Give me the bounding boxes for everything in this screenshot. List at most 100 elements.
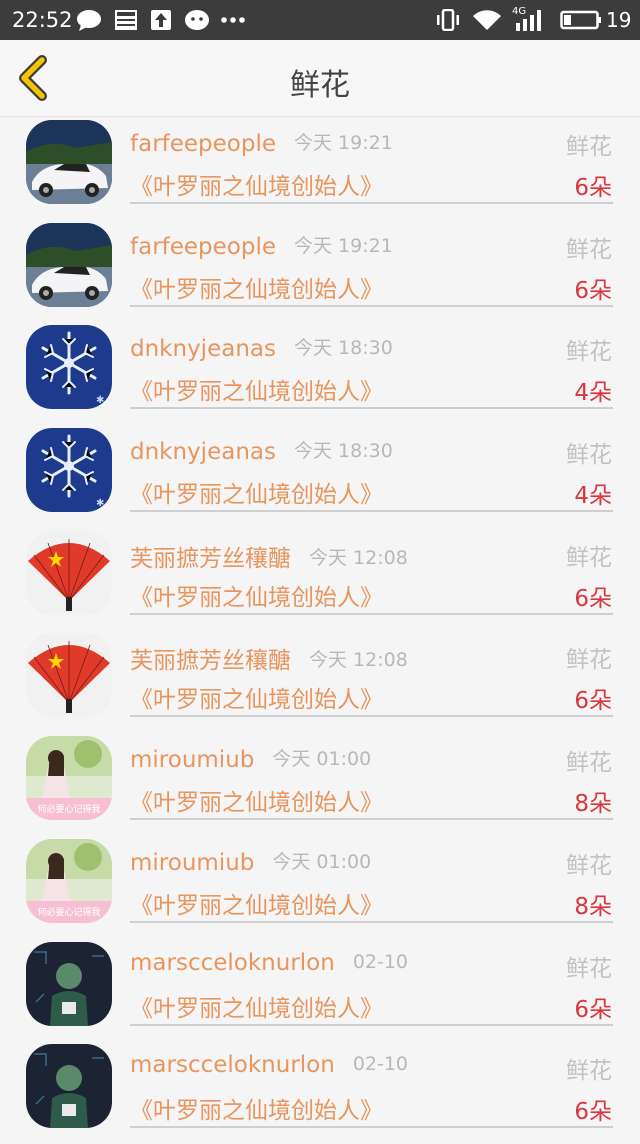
gift-type: 鲜花: [566, 955, 612, 982]
list-item[interactable]: ✱ dnknyjeanas 今天 18:30 鲜花 《叶罗丽之仙境创始人》 4朵: [0, 425, 640, 528]
username-line: dnknyjeanas 今天 18:30: [130, 436, 393, 465]
nav-bar: 鲜花: [0, 40, 640, 117]
avatar[interactable]: ✱: [26, 325, 112, 410]
book-title[interactable]: 《叶罗丽之仙境创始人》: [130, 886, 383, 920]
avatar[interactable]: [26, 120, 112, 204]
avatar[interactable]: ✱: [26, 428, 112, 513]
wechat-icon: [185, 10, 209, 30]
timestamp: 今天 01:00: [272, 850, 372, 873]
username-line: miroumiub 今天 01:00: [130, 744, 371, 773]
username[interactable]: 芙丽摭芳丝穰醣: [130, 546, 291, 572]
username[interactable]: dnknyjeanas: [130, 439, 276, 465]
avatar[interactable]: [26, 222, 112, 307]
username[interactable]: dnknyjeanas: [130, 336, 276, 362]
timestamp: 今天 18:30: [293, 440, 393, 463]
list-item[interactable]: 何必要心记得我 miroumiub 今天 01:00 鲜花 《叶罗丽之仙境创始人》…: [0, 733, 640, 836]
timestamp: 今天 12:08: [309, 546, 408, 569]
gift-count: 6朵: [574, 585, 612, 612]
avatar-caption: 何必要心记得我: [37, 805, 101, 816]
divider: [130, 407, 613, 410]
username-line: farfeepeople 今天 19:21: [130, 128, 393, 157]
list-item[interactable]: 芙丽摭芳丝穰醣 今天 12:08 鲜花 《叶罗丽之仙境创始人》 6朵: [0, 528, 640, 631]
battery-level: 19: [606, 8, 632, 32]
gift-count: 6朵: [574, 175, 612, 201]
divider: [130, 715, 613, 718]
gift-type: 鲜花: [566, 750, 612, 777]
gift-type: 鲜花: [566, 339, 612, 366]
list-item[interactable]: marscceloknurlon 02-10 鲜花 《叶罗丽之仙境创始人》 6朵: [0, 939, 640, 1042]
svg-text:✱: ✱: [96, 395, 104, 406]
username[interactable]: farfeepeople: [130, 234, 276, 260]
avatar[interactable]: [26, 530, 112, 615]
more-dots-icon: [221, 17, 245, 23]
gift-type: 鲜花: [566, 236, 612, 263]
list-item[interactable]: 芙丽摭芳丝穰醣 今天 12:08 鲜花 《叶罗丽之仙境创始人》 6朵: [0, 630, 640, 733]
gift-count: 6朵: [574, 996, 612, 1023]
list-item[interactable]: marscceloknurlon 02-10 鲜花 《叶罗丽之仙境创始人》 6朵: [0, 1041, 640, 1144]
gift-type: 鲜花: [566, 852, 612, 879]
gift-type: 鲜花: [566, 1058, 612, 1085]
gift-count: 8朵: [574, 893, 612, 920]
battery-icon: [560, 10, 601, 30]
avatar[interactable]: [26, 633, 112, 718]
divider: [130, 510, 613, 513]
divider: [130, 1023, 613, 1026]
avatar[interactable]: 何必要心记得我: [26, 736, 112, 821]
gift-type: 鲜花: [566, 544, 612, 571]
username[interactable]: marscceloknurlon: [130, 1052, 335, 1078]
gift-count: 6朵: [574, 277, 612, 304]
status-time: 22:52: [12, 8, 73, 32]
gift-count: 4朵: [574, 483, 612, 510]
book-title[interactable]: 《叶罗丽之仙境创始人》: [130, 372, 383, 406]
timestamp: 今天 01:00: [272, 748, 372, 771]
gift-count: 6朵: [574, 688, 612, 715]
chat-bubble-icon: [77, 10, 101, 31]
divider: [130, 818, 613, 821]
book-title[interactable]: 《叶罗丽之仙境创始人》: [130, 167, 383, 201]
avatar[interactable]: [26, 1044, 112, 1129]
book-title[interactable]: 《叶罗丽之仙境创始人》: [130, 680, 383, 714]
username-line: 芙丽摭芳丝穰醣 今天 12:08: [130, 539, 408, 573]
username[interactable]: miroumiub: [130, 747, 254, 773]
username[interactable]: marscceloknurlon: [130, 950, 335, 976]
divider: [130, 1126, 613, 1129]
book-title[interactable]: 《叶罗丽之仙境创始人》: [130, 270, 383, 304]
timestamp: 02-10: [352, 1053, 409, 1076]
timestamp: 今天 12:08: [309, 649, 408, 672]
username[interactable]: 芙丽摭芳丝穰醣: [130, 648, 291, 674]
username[interactable]: miroumiub: [130, 850, 254, 876]
timestamp: 今天 19:21: [294, 132, 393, 154]
book-title[interactable]: 《叶罗丽之仙境创始人》: [130, 1091, 383, 1125]
avatar[interactable]: 何必要心记得我: [26, 838, 112, 923]
divider: [130, 920, 613, 923]
gift-type: 鲜花: [566, 442, 612, 469]
username-line: marscceloknurlon 02-10: [130, 950, 408, 976]
timestamp: 今天 19:21: [294, 234, 393, 257]
avatar[interactable]: [26, 941, 112, 1026]
gift-type: 鲜花: [566, 647, 612, 674]
book-title[interactable]: 《叶罗丽之仙境创始人》: [130, 989, 383, 1023]
username-line: miroumiub 今天 01:00: [130, 847, 371, 876]
timestamp: 02-10: [352, 950, 409, 973]
book-title[interactable]: 《叶罗丽之仙境创始人》: [130, 475, 383, 509]
divider: [130, 612, 613, 615]
book-title[interactable]: 《叶罗丽之仙境创始人》: [130, 783, 383, 817]
list-item[interactable]: farfeepeople 今天 19:21 鲜花 《叶罗丽之仙境创始人》 6朵: [0, 220, 640, 323]
list-item[interactable]: farfeepeople 今天 19:21 鲜花 《叶罗丽之仙境创始人》 6朵: [0, 117, 640, 220]
timestamp: 今天 18:30: [293, 337, 393, 360]
username-line: dnknyjeanas 今天 18:30: [130, 333, 393, 362]
username[interactable]: farfeepeople: [130, 131, 276, 157]
username-line: farfeepeople 今天 19:21: [130, 231, 393, 260]
list-item[interactable]: ✱ dnknyjeanas 今天 18:30 鲜花 《叶罗丽之仙境创始人》 4朵: [0, 322, 640, 425]
username-line: marscceloknurlon 02-10: [130, 1052, 408, 1078]
gift-type: 鲜花: [566, 134, 612, 160]
upload-icon: [151, 10, 171, 30]
svg-text:✱: ✱: [96, 498, 104, 509]
book-title[interactable]: 《叶罗丽之仙境创始人》: [130, 578, 383, 612]
avatar-caption: 何必要心记得我: [37, 907, 101, 918]
gift-count: 4朵: [574, 380, 612, 407]
divider: [130, 304, 613, 307]
list-item[interactable]: 何必要心记得我 miroumiub 今天 01:00 鲜花 《叶罗丽之仙境创始人》…: [0, 836, 640, 939]
news-icon: [115, 10, 137, 30]
signal-4g-icon: [516, 10, 541, 31]
